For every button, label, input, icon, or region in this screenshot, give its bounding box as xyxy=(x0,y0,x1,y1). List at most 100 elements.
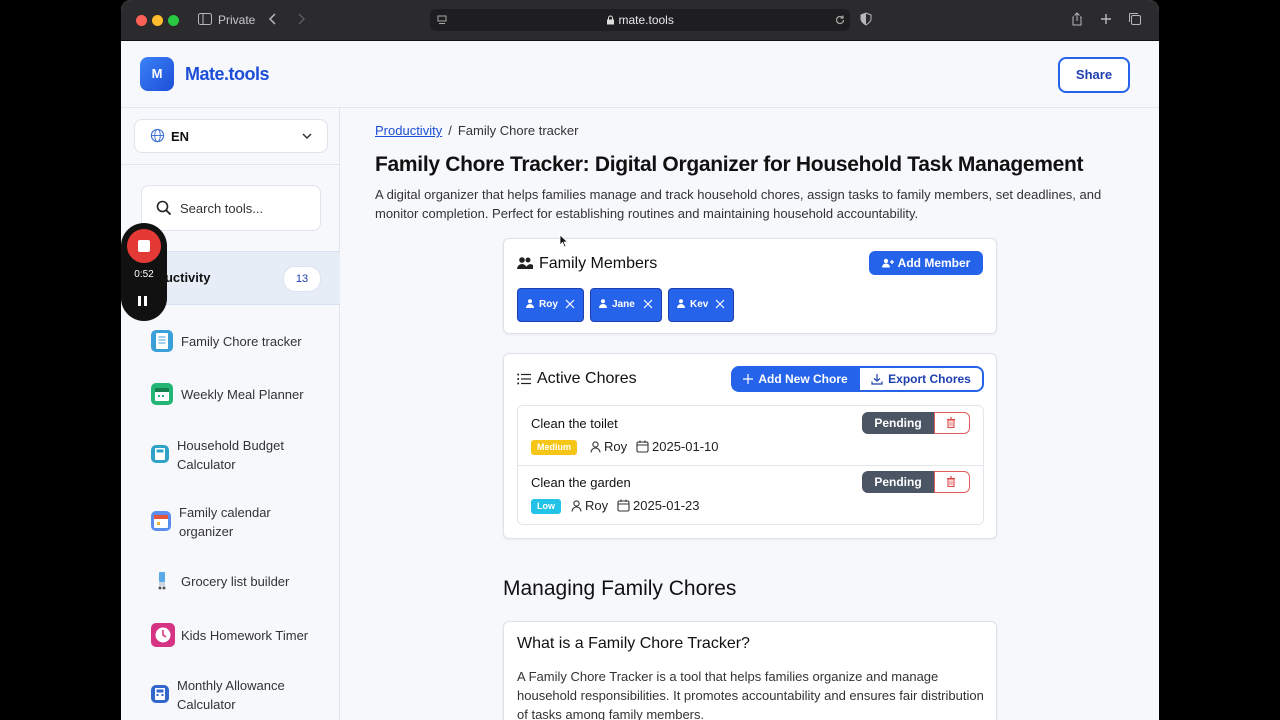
breadcrumb-current: Family Chore tracker xyxy=(457,123,579,138)
priority-badge: Low xyxy=(531,499,561,514)
remove-member-icon[interactable] xyxy=(714,298,726,310)
sidebar-item-label: Grocery list builder xyxy=(181,574,290,589)
priority-badge: Medium xyxy=(531,440,578,455)
delete-chore-button[interactable] xyxy=(934,412,970,434)
sidebar-item-label: Weekly Meal Planner xyxy=(181,387,304,402)
clock-icon xyxy=(151,623,175,647)
sidebar-divider xyxy=(121,164,339,165)
member-chip-kev[interactable]: Kev xyxy=(668,288,734,322)
main-content: Productivity / Family Chore tracker Family… xyxy=(340,108,1159,720)
share-page-icon[interactable] xyxy=(1069,11,1087,29)
delete-chore-button[interactable] xyxy=(934,471,970,493)
family-members-card: Family Members Add Member Roy Jane Kev xyxy=(503,238,997,334)
remove-member-icon[interactable] xyxy=(642,298,654,310)
close-window-button[interactable] xyxy=(136,15,147,26)
member-name: Kev xyxy=(690,299,709,310)
maximize-window-button[interactable] xyxy=(168,15,179,26)
category-count-badge: 13 xyxy=(283,266,321,292)
faq-card: What is a Family Chore Tracker? A Family… xyxy=(503,621,997,720)
calendar-icon xyxy=(151,511,171,531)
chore-row: Clean the garden Low Roy 2025-01-23 Pend… xyxy=(517,465,984,525)
list-icon xyxy=(517,373,531,385)
sidebar: EN Search tools... ductivity 13 Family C… xyxy=(121,108,340,720)
status-toggle-button[interactable]: Pending xyxy=(862,471,934,493)
minimize-window-button[interactable] xyxy=(152,15,163,26)
remove-member-icon[interactable] xyxy=(564,298,576,310)
member-name: Roy xyxy=(539,299,558,310)
user-icon xyxy=(590,441,601,453)
checklist-icon xyxy=(151,330,173,352)
search-placeholder: Search tools... xyxy=(180,201,264,216)
private-label: Private xyxy=(218,13,256,27)
add-user-icon xyxy=(881,258,894,268)
user-icon xyxy=(526,299,534,308)
member-chip-roy[interactable]: Roy xyxy=(517,288,584,322)
chore-name: Clean the garden xyxy=(531,475,631,490)
download-icon xyxy=(871,374,883,385)
member-name: Jane xyxy=(612,299,635,310)
export-chores-button[interactable]: Export Chores xyxy=(860,366,984,392)
recording-time: 0:52 xyxy=(134,269,154,280)
trash-icon xyxy=(947,476,955,487)
lock-icon xyxy=(607,15,615,25)
chore-assignee: Roy xyxy=(571,498,608,513)
sidebar-item-label: Kids Homework Timer xyxy=(181,628,309,643)
breadcrumb-link-productivity[interactable]: Productivity xyxy=(375,123,442,138)
calculator-icon xyxy=(151,685,169,703)
sidebar-item-label: Household Budget Calculator xyxy=(177,438,284,472)
language-select[interactable]: EN xyxy=(134,119,328,153)
sidebar-item-grocery-list-builder[interactable]: Grocery list builder xyxy=(151,570,331,592)
brand-name[interactable]: Mate.tools xyxy=(185,64,270,85)
trash-icon xyxy=(947,417,955,428)
back-icon[interactable] xyxy=(265,11,283,29)
user-icon xyxy=(571,500,582,512)
chore-assignee: Roy xyxy=(590,439,627,454)
calculator-icon xyxy=(151,445,169,463)
calendar-icon xyxy=(636,440,649,453)
address-bar[interactable]: mate.tools xyxy=(430,9,850,31)
section-title: Managing Family Chores xyxy=(503,577,737,600)
share-button[interactable]: Share xyxy=(1058,57,1130,93)
user-icon xyxy=(677,299,685,308)
page-description: A digital organizer that helps families … xyxy=(375,187,1102,221)
screen-recorder-widget: 0:52 xyxy=(121,223,167,321)
member-chip-jane[interactable]: Jane xyxy=(590,288,662,322)
chore-row: Clean the toilet Medium Roy 2025-01-10 P… xyxy=(517,405,984,466)
users-icon xyxy=(517,257,533,269)
stop-recording-button[interactable] xyxy=(127,229,161,263)
language-value: EN xyxy=(171,129,190,144)
status-toggle-button[interactable]: Pending xyxy=(862,412,934,434)
new-tab-icon[interactable] xyxy=(1098,11,1116,29)
faq-answer: A Family Chore Tracker is a tool that he… xyxy=(517,669,984,720)
family-members-title: Family Members xyxy=(517,255,657,273)
sidebar-item-household-budget-calculator[interactable]: Household Budget Calculator xyxy=(151,436,331,476)
mouse-cursor-icon xyxy=(559,234,569,248)
breadcrumb: Productivity / Family Chore tracker xyxy=(375,123,579,138)
faq-question: What is a Family Chore Tracker? xyxy=(517,635,750,652)
tab-overview-icon[interactable] xyxy=(1127,11,1145,29)
sidebar-toggle-icon[interactable] xyxy=(197,11,215,29)
pause-icon[interactable] xyxy=(138,293,150,311)
logo-icon[interactable]: M xyxy=(140,57,174,91)
sidebar-item-family-calendar-organizer[interactable]: Family calendar organizer xyxy=(151,503,331,543)
sidebar-item-monthly-allowance-calculator[interactable]: Monthly Allowance Calculator xyxy=(151,676,331,716)
add-member-button[interactable]: Add Member xyxy=(869,251,983,275)
search-input[interactable]: Search tools... xyxy=(141,185,321,231)
browser-window: Private mate.tools M Mate.tools Share EN… xyxy=(121,0,1159,720)
sidebar-item-kids-homework-timer[interactable]: Kids Homework Timer xyxy=(151,623,331,647)
sidebar-item-family-chore-tracker[interactable]: Family Chore tracker xyxy=(151,330,331,352)
sidebar-item-label: Family Chore tracker xyxy=(181,334,302,349)
forward-icon[interactable] xyxy=(293,11,311,29)
add-new-chore-button[interactable]: Add New Chore xyxy=(731,366,860,392)
chore-due-date: 2025-01-23 xyxy=(617,498,700,513)
browser-toolbar: Private mate.tools xyxy=(121,0,1159,41)
active-chores-card: Active Chores Add New Chore Export Chore… xyxy=(503,353,997,539)
shield-icon[interactable] xyxy=(858,11,876,29)
url-text: mate.tools xyxy=(430,13,850,27)
chevron-down-icon xyxy=(302,133,312,140)
globe-icon xyxy=(150,128,165,143)
sidebar-item-weekly-meal-planner[interactable]: Weekly Meal Planner xyxy=(151,383,331,405)
reload-icon[interactable] xyxy=(834,14,846,26)
search-icon xyxy=(156,200,172,216)
site-header: M Mate.tools Share xyxy=(121,41,1159,108)
